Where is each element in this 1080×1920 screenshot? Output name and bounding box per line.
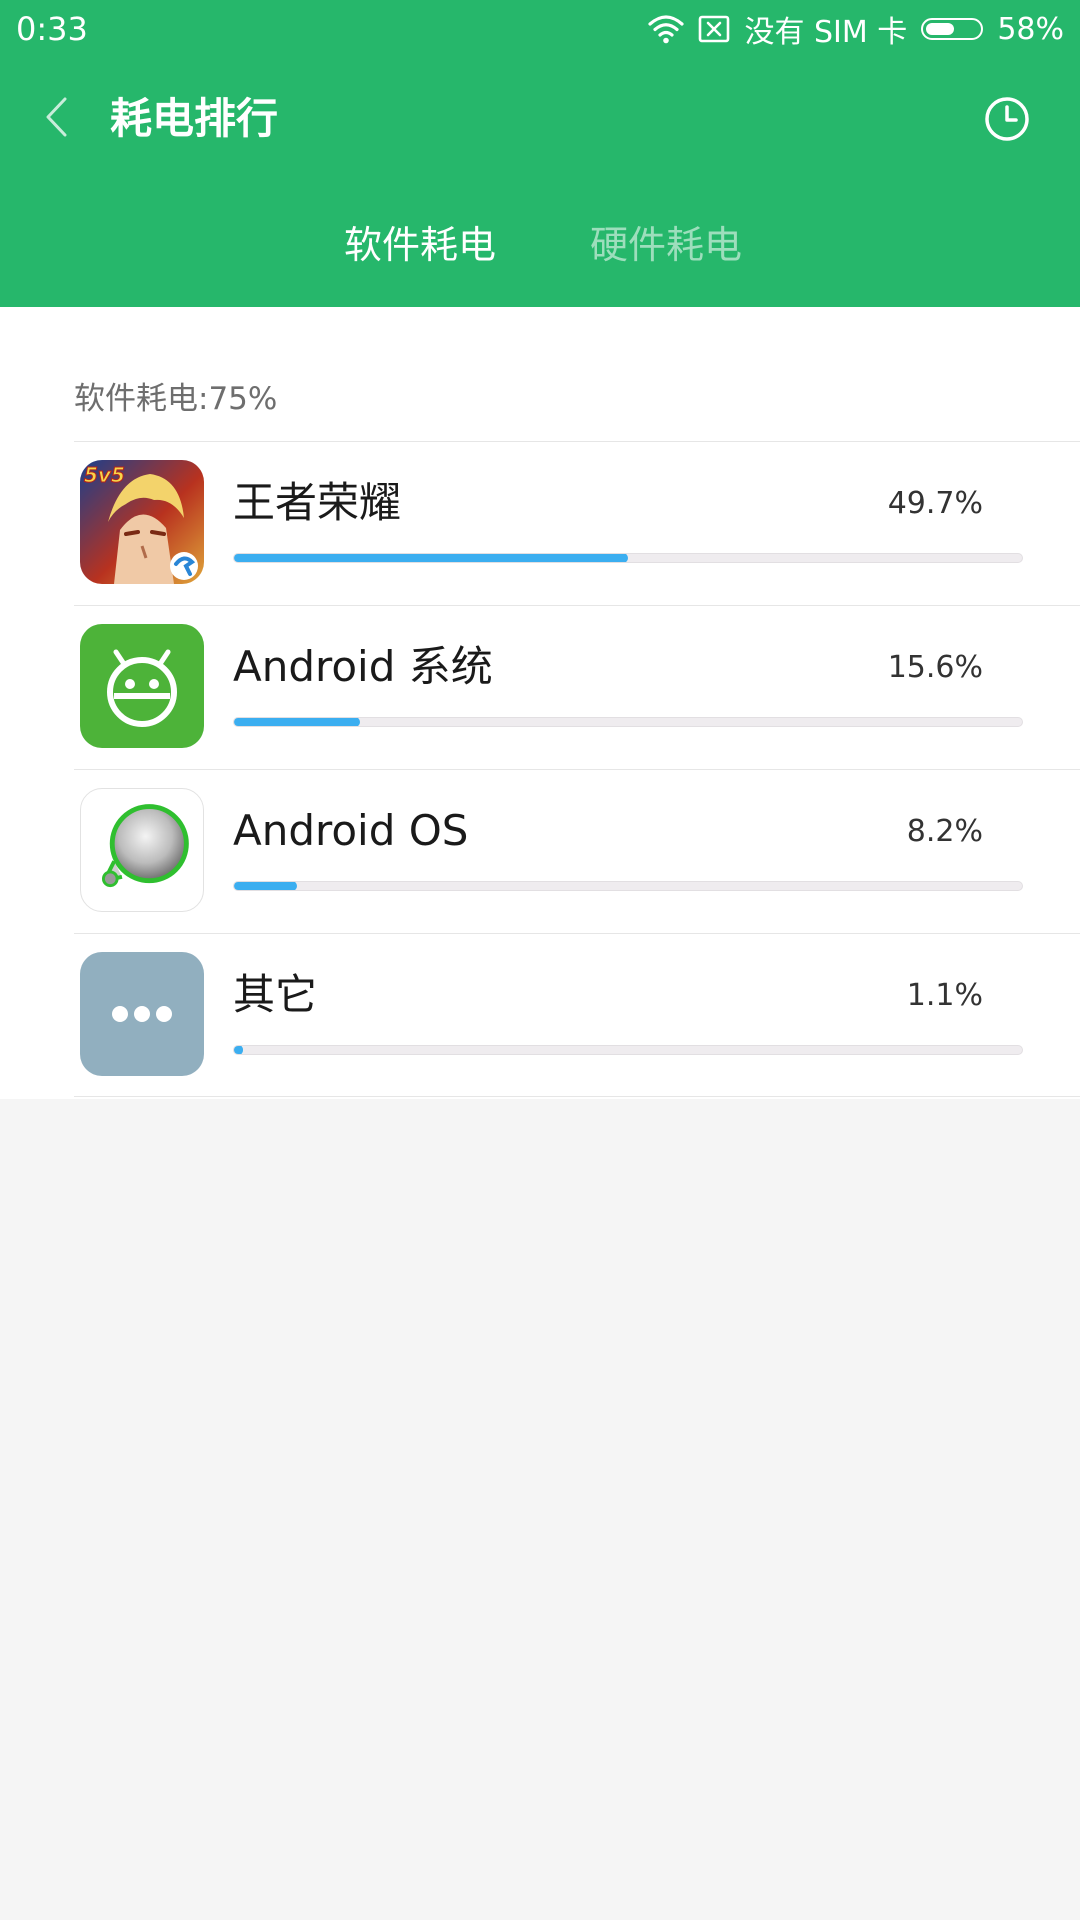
clock-icon bbox=[985, 97, 1029, 141]
tab-software-power[interactable]: 软件耗电 bbox=[344, 210, 496, 280]
tab-bar: 软件耗电 硬件耗电 bbox=[0, 210, 1080, 280]
app-percent: 15.6% bbox=[887, 650, 983, 685]
app-percent: 49.7% bbox=[887, 486, 983, 521]
battery-icon bbox=[921, 18, 984, 40]
back-button[interactable] bbox=[34, 88, 78, 146]
app-percent: 8.2% bbox=[906, 814, 983, 849]
no-sim-icon bbox=[698, 15, 730, 43]
app-percent: 1.1% bbox=[906, 978, 983, 1013]
usage-bar-track bbox=[233, 717, 1023, 727]
list-item-honor-of-kings[interactable]: 5v5 王者荣耀 49.7% bbox=[74, 441, 1080, 605]
usage-bar-fill bbox=[234, 1046, 243, 1054]
tab-hardware-power[interactable]: 硬件耗电 bbox=[590, 210, 742, 280]
status-time: 0:33 bbox=[16, 10, 88, 48]
history-button[interactable] bbox=[982, 94, 1032, 144]
usage-bar-fill bbox=[234, 554, 628, 562]
carrier-text: 没有 SIM 卡 bbox=[744, 15, 908, 50]
game-app-icon: 5v5 bbox=[80, 460, 204, 584]
power-ranking-list: 软件耗电:75% 5v5 王者荣耀 49.7% Android 系统 15.6%… bbox=[0, 307, 1080, 1099]
app-name: Android 系统 bbox=[233, 642, 493, 691]
android-robot-icon bbox=[80, 624, 204, 748]
usage-bar-fill bbox=[234, 718, 361, 726]
usage-bar-fill bbox=[234, 882, 298, 890]
app-name: 王者荣耀 bbox=[233, 478, 402, 527]
battery-percent: 58% bbox=[997, 11, 1064, 47]
list-item-android-os[interactable]: Android OS 8.2% bbox=[74, 769, 1080, 933]
header-bar: 0:33 没有 SIM 卡 58% 耗电排行 软件耗电 硬件耗电 bbox=[0, 0, 1080, 307]
svg-text:5v5: 5v5 bbox=[84, 463, 125, 487]
status-right: 没有 SIM 卡 58% bbox=[648, 9, 1064, 50]
chevron-left-icon bbox=[46, 97, 67, 137]
app-list: 5v5 王者荣耀 49.7% Android 系统 15.6% Android … bbox=[74, 441, 1080, 1097]
page-title: 耗电排行 bbox=[110, 94, 279, 143]
usage-bar-track bbox=[233, 881, 1023, 891]
list-item-android-system[interactable]: Android 系统 15.6% bbox=[74, 605, 1080, 769]
more-dots-icon bbox=[80, 952, 204, 1076]
app-name: 其它 bbox=[233, 970, 318, 1019]
app-name: Android OS bbox=[233, 806, 469, 855]
usage-bar-track bbox=[233, 553, 1023, 563]
android-os-icon bbox=[80, 788, 204, 912]
wifi-icon bbox=[648, 14, 685, 44]
battery-level bbox=[926, 23, 954, 35]
list-item-other[interactable]: 其它 1.1% bbox=[74, 933, 1080, 1097]
usage-bar-track bbox=[233, 1045, 1023, 1055]
section-label: 软件耗电:75% bbox=[74, 381, 278, 417]
status-bar: 0:33 没有 SIM 卡 58% bbox=[0, 0, 1080, 58]
